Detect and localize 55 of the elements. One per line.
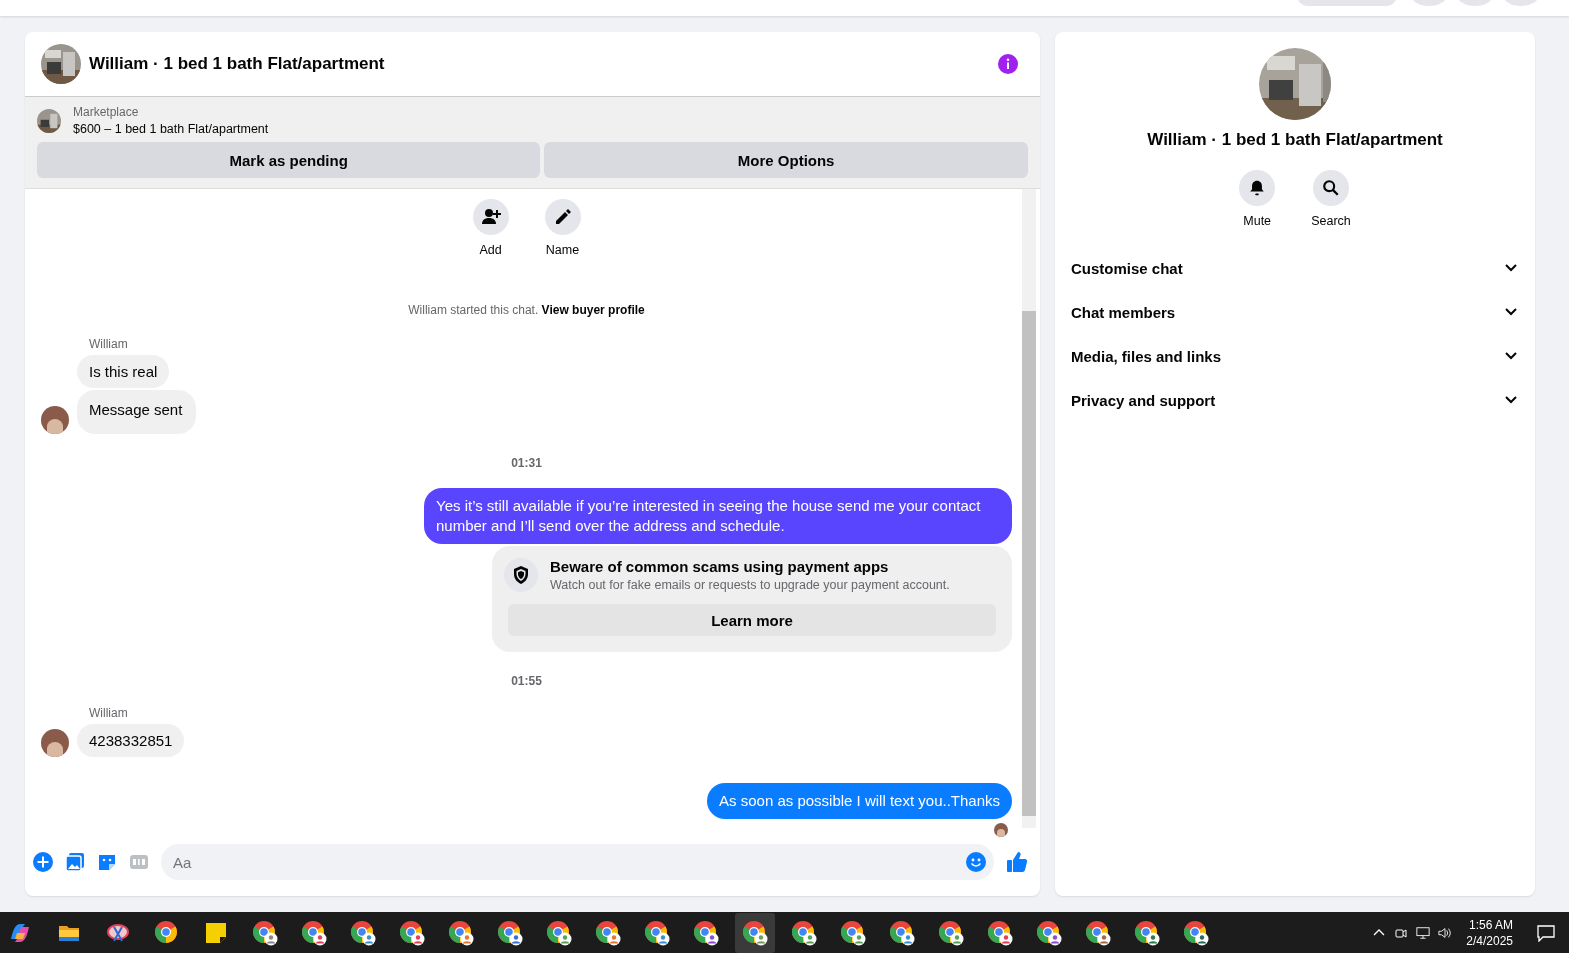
info-icon[interactable] bbox=[998, 54, 1018, 74]
search-button[interactable] bbox=[1313, 170, 1349, 206]
chevron-icon bbox=[1505, 396, 1517, 404]
bell-icon bbox=[1248, 179, 1267, 197]
chevron-icon bbox=[1505, 308, 1517, 316]
avatar[interactable] bbox=[41, 406, 69, 434]
sender-name: William bbox=[89, 706, 129, 720]
sender-name: William bbox=[89, 337, 129, 351]
section-header[interactable]: Customise chat bbox=[1071, 246, 1519, 290]
timestamp: 01:31 bbox=[511, 456, 542, 470]
action-label: Add bbox=[479, 243, 502, 257]
add-person-icon bbox=[480, 207, 501, 227]
chevron-icon bbox=[1505, 352, 1517, 360]
conversation-title: William · 1 bed 1 bath Flat/apartment bbox=[1147, 130, 1443, 150]
plus-icon[interactable] bbox=[33, 852, 53, 872]
rename-button[interactable] bbox=[544, 199, 581, 235]
image-icon[interactable] bbox=[65, 852, 85, 872]
message-bubble: Message sent bbox=[77, 390, 197, 434]
section-header[interactable]: Chat members bbox=[1071, 290, 1519, 334]
chat-title: William · 1 bed 1 bath Flat/apartment bbox=[89, 54, 386, 74]
listing-action-button[interactable]: More Options bbox=[544, 142, 1028, 178]
clock[interactable]: 1:56 AM 2/4/2025 bbox=[1466, 917, 1513, 948]
browser-icon[interactable] bbox=[735, 912, 775, 953]
notification-icon[interactable] bbox=[1537, 923, 1555, 942]
message-bubble: As soon as possible I will text you..Thanks bbox=[707, 783, 1012, 819]
scrollbar[interactable] bbox=[1022, 189, 1036, 828]
emoji-icon[interactable] bbox=[966, 852, 986, 872]
section-header[interactable]: Privacy and support bbox=[1071, 378, 1519, 422]
timestamp: 01:55 bbox=[511, 674, 542, 688]
listing-action-button[interactable]: Mark as pending bbox=[37, 142, 541, 178]
mute-button[interactable] bbox=[1239, 170, 1276, 206]
action-label: Mute bbox=[1243, 214, 1272, 228]
action-label: Name bbox=[545, 243, 580, 257]
warning-text: Watch out for fake emails or requests to upgrade your payment account. bbox=[550, 578, 950, 592]
section-header[interactable]: Media, files and links bbox=[1071, 334, 1519, 378]
action-label: Search bbox=[1311, 214, 1351, 228]
shield-icon bbox=[504, 558, 538, 592]
message-bubble: 4238332851 bbox=[77, 724, 185, 757]
chevron-icon bbox=[1505, 264, 1517, 272]
listing-source: Marketplace bbox=[73, 105, 140, 119]
sticker-icon[interactable] bbox=[97, 852, 117, 872]
warning-title: Beware of common scams using payment apps bbox=[550, 558, 890, 575]
listing-title: $600 – 1 bed 1 bath Flat/apartment bbox=[73, 122, 269, 136]
avatar[interactable] bbox=[41, 729, 69, 757]
read-receipt-avatar bbox=[994, 823, 1008, 837]
speaker-icon[interactable] bbox=[1438, 925, 1453, 940]
learn-more-button[interactable]: Learn more bbox=[508, 604, 996, 636]
message-bubble: Is this real bbox=[77, 355, 170, 388]
network-icon[interactable] bbox=[1416, 925, 1431, 940]
thumbs-up-icon[interactable] bbox=[1006, 851, 1028, 873]
message-input[interactable]: Aa bbox=[161, 844, 994, 880]
message-bubble: Yes it’s still available if you’re interested in seeing the house send me your contact number and I’ll send over the address and schedule. bbox=[424, 488, 1012, 544]
chat-start-notice: William started this chat. View buyer profile bbox=[408, 303, 645, 317]
add-person-button[interactable] bbox=[472, 199, 509, 235]
search-icon bbox=[1322, 179, 1340, 197]
